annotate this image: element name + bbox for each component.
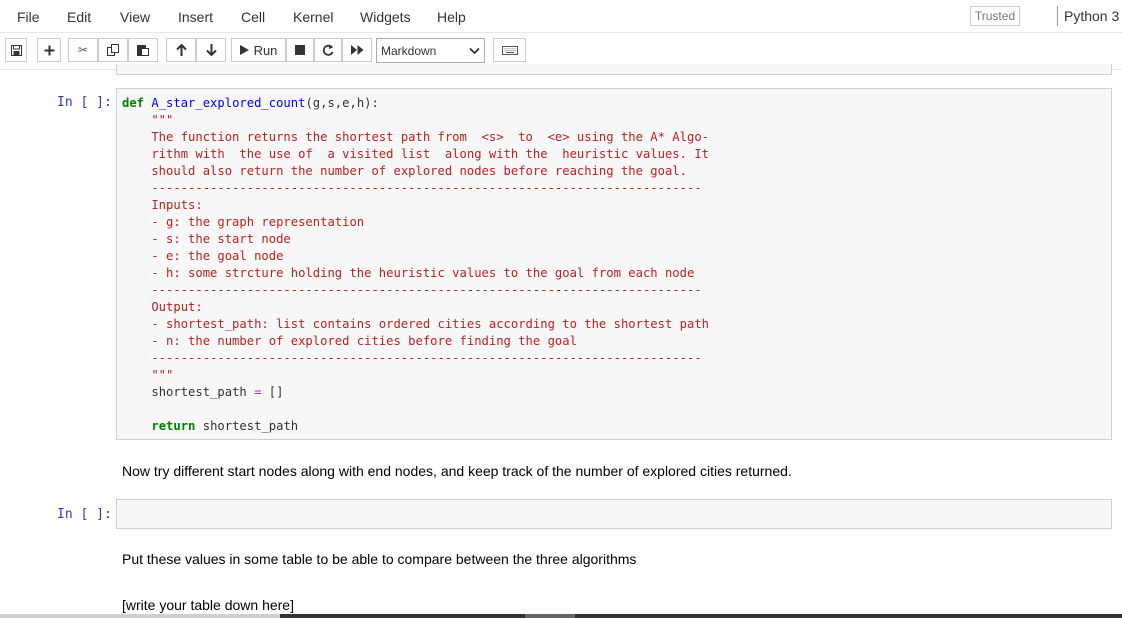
restart-button[interactable] xyxy=(314,38,342,62)
menu-file[interactable]: File xyxy=(17,9,40,25)
copy-button[interactable] xyxy=(98,38,128,62)
empty-code-cell[interactable] xyxy=(116,499,1112,529)
menu-insert[interactable]: Insert xyxy=(178,9,213,25)
markdown-cell-table: [write your table down here] xyxy=(122,597,294,613)
markdown-cell-instructions: Now try different start nodes along with… xyxy=(122,463,792,479)
restart-icon xyxy=(322,44,334,56)
restart-run-all-button[interactable] xyxy=(342,38,372,62)
function-signature: (g,s,e,h): xyxy=(305,96,379,110)
menu-help[interactable]: Help xyxy=(437,9,466,25)
return-value: shortest_path xyxy=(202,419,299,433)
cut-button[interactable]: ✂ xyxy=(68,38,98,62)
horizontal-scrollbar[interactable] xyxy=(0,614,1122,618)
scrollbar-thumb[interactable] xyxy=(280,614,1122,618)
kernel-indicator[interactable]: Python 3 xyxy=(1057,6,1119,26)
save-button[interactable] xyxy=(5,38,27,62)
code-cell-prompt: In [ ]: xyxy=(57,95,112,110)
arrow-up-icon xyxy=(175,44,187,56)
cell-type-value: Markdown xyxy=(381,43,437,58)
return-keyword: return xyxy=(151,419,196,433)
chevron-down-icon xyxy=(469,47,480,55)
arrow-down-icon xyxy=(205,44,217,56)
scrollbar-thumb-grip[interactable] xyxy=(525,614,575,618)
paste-button[interactable] xyxy=(128,38,158,62)
previous-cell[interactable] xyxy=(116,64,1112,75)
docstring: """ The function returns the shortest pa… xyxy=(151,113,709,382)
cut-icon: ✂ xyxy=(77,43,89,57)
run-button[interactable]: Run xyxy=(231,38,286,62)
trusted-indicator[interactable]: Trusted xyxy=(970,6,1020,26)
menu-view[interactable]: View xyxy=(120,9,150,25)
stop-icon xyxy=(295,45,305,55)
menu-edit[interactable]: Edit xyxy=(67,9,91,25)
code-cell[interactable]: def A_star_explored_count(g,s,e,h): """ … xyxy=(116,88,1112,440)
run-icon xyxy=(239,45,249,55)
command-palette-button[interactable] xyxy=(493,38,526,62)
interrupt-button[interactable] xyxy=(286,38,314,62)
move-down-button[interactable] xyxy=(196,38,226,62)
def-keyword: def xyxy=(122,96,145,110)
move-up-button[interactable] xyxy=(166,38,196,62)
run-label: Run xyxy=(253,42,278,58)
menu-bar: File Edit View Insert Cell Kernel Widget… xyxy=(0,0,1122,33)
fast-forward-icon xyxy=(350,45,363,55)
paste-icon xyxy=(137,45,149,56)
code-editor[interactable]: def A_star_explored_count(g,s,e,h): """ … xyxy=(122,95,709,435)
menu-widgets[interactable]: Widgets xyxy=(360,9,411,25)
assign-value: [] xyxy=(268,385,284,399)
markdown-cell-compare: Put these values in some table to be abl… xyxy=(122,551,637,567)
save-icon xyxy=(10,44,22,56)
empty-cell-prompt: In [ ]: xyxy=(57,507,112,522)
keyboard-icon xyxy=(501,45,518,55)
assign-operator: = xyxy=(254,385,262,399)
assign-variable: shortest_path xyxy=(151,385,247,399)
function-name: A_star_explored_count xyxy=(151,96,306,110)
cell-type-select[interactable]: Markdown xyxy=(376,38,485,63)
copy-icon xyxy=(107,44,119,56)
menu-kernel[interactable]: Kernel xyxy=(293,9,333,25)
menu-cell[interactable]: Cell xyxy=(241,9,265,25)
insert-cell-button[interactable] xyxy=(37,38,61,62)
plus-icon xyxy=(44,45,54,55)
